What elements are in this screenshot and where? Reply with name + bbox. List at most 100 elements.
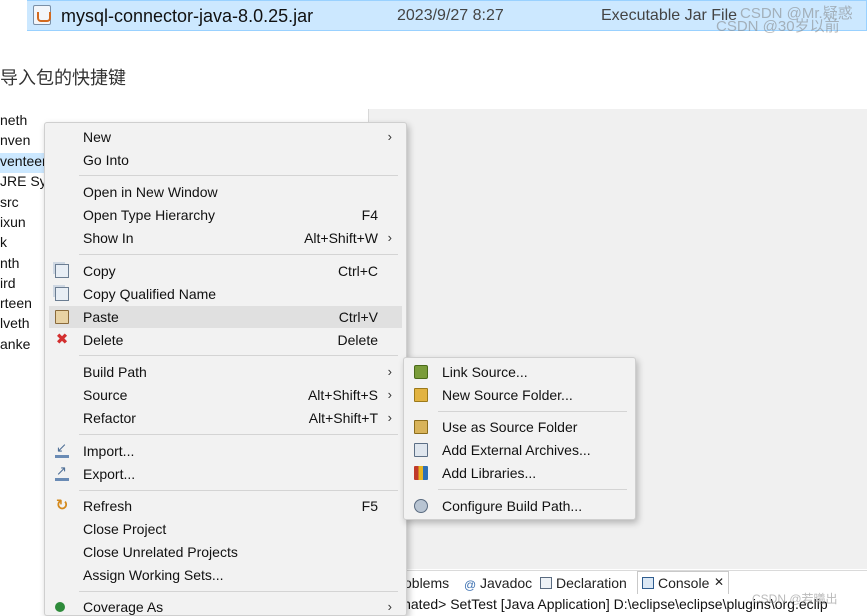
menu-separator	[79, 355, 398, 356]
library-icon	[414, 466, 428, 480]
menu-separator	[79, 175, 398, 176]
menu-item-label: Build Path	[83, 364, 147, 380]
menu-item-label: Close Unrelated Projects	[83, 544, 238, 560]
menu-item-export[interactable]: Export...	[49, 463, 402, 485]
menu-item-shortcut: Alt+Shift+S	[307, 387, 378, 403]
paste-icon	[55, 310, 69, 324]
tab-javadoc-label: Javadoc	[480, 575, 533, 591]
watermark: CSDN @若曦出	[752, 592, 838, 606]
tree-item[interactable]: k	[0, 234, 50, 254]
build-path-submenu: Link Source... New Source Folder... Use …	[403, 357, 636, 520]
configure-build-path-icon	[414, 499, 428, 513]
tree-item[interactable]: ird	[0, 275, 50, 295]
jar-file-icon	[33, 5, 51, 25]
submenu-item-add-libraries[interactable]: Add Libraries...	[408, 462, 631, 484]
tree-item[interactable]: neth	[0, 112, 50, 132]
tree-item[interactable]: src	[0, 194, 50, 214]
submenu-item-new-source-folder[interactable]: New Source Folder...	[408, 384, 631, 406]
submenu-item-configure-build-path[interactable]: Configure Build Path...	[408, 495, 631, 517]
menu-item-open-new-window[interactable]: Open in New Window	[49, 181, 402, 203]
menu-item-go-into[interactable]: Go Into	[49, 149, 402, 171]
chevron-right-icon: ›	[387, 129, 392, 144]
menu-item-label: Use as Source Folder	[442, 419, 578, 435]
chevron-right-icon: ›	[387, 364, 392, 379]
menu-item-shortcut: Alt+Shift+W	[304, 230, 378, 246]
menu-item-label: Show In	[83, 230, 134, 246]
menu-item-shortcut: Ctrl+C	[337, 263, 378, 279]
tree-item[interactable]: nven	[0, 132, 50, 152]
menu-item-delete[interactable]: ✖ Delete Delete	[49, 329, 402, 351]
menu-item-refactor[interactable]: Refactor Alt+Shift+T ›	[49, 407, 402, 429]
menu-item-close-unrelated-projects[interactable]: Close Unrelated Projects	[49, 541, 402, 563]
tree-item[interactable]: lveth	[0, 315, 50, 335]
menu-item-paste[interactable]: Paste Ctrl+V	[49, 306, 402, 328]
menu-item-label: Go Into	[83, 152, 129, 168]
tab-declaration-label: Declaration	[556, 575, 627, 591]
menu-separator	[438, 411, 627, 412]
tree-item[interactable]: JRE Sy	[0, 173, 50, 193]
menu-item-label: Export...	[83, 466, 136, 482]
tree-item-selected[interactable]: venteen	[0, 153, 50, 173]
menu-item-import[interactable]: Import...	[49, 440, 402, 462]
tab-javadoc[interactable]: @ Javadoc	[464, 575, 533, 592]
submenu-item-use-as-source-folder[interactable]: Use as Source Folder	[408, 416, 631, 438]
menu-item-label: Import...	[83, 443, 135, 459]
tree-item[interactable]: rteen	[0, 295, 50, 315]
menu-item-copy-qualified-name[interactable]: Copy Qualified Name	[49, 283, 402, 305]
source-folder-icon	[414, 420, 428, 434]
context-menu: New › Go Into Open in New Window Open Ty…	[44, 122, 407, 616]
chevron-right-icon: ›	[387, 599, 392, 614]
menu-item-label: Source	[83, 387, 128, 403]
menu-item-label: Assign Working Sets...	[83, 567, 224, 583]
new-source-folder-icon	[414, 388, 428, 402]
menu-item-shortcut: Alt+Shift+T	[308, 410, 378, 426]
delete-icon: ✖	[55, 331, 69, 348]
tree-item[interactable]: ixun	[0, 214, 50, 234]
menu-item-label: Copy Qualified Name	[83, 286, 217, 302]
menu-item-label: New Source Folder...	[442, 387, 573, 403]
import-icon	[55, 440, 69, 458]
tab-problems[interactable]: oblems	[404, 575, 449, 591]
menu-item-label: New	[83, 129, 112, 145]
submenu-item-add-external-archives[interactable]: Add External Archives...	[408, 439, 631, 461]
chevron-right-icon: ›	[387, 230, 392, 245]
menu-item-label: Link Source...	[442, 364, 528, 380]
file-name: mysql-connector-java-8.0.25.jar	[61, 6, 314, 26]
menu-item-shortcut: F5	[361, 498, 378, 514]
tab-declaration[interactable]: Declaration	[540, 575, 627, 591]
copy-icon	[55, 264, 69, 278]
article-heading: 导入包的快捷键	[0, 68, 126, 88]
tab-console[interactable]: Console ✕	[637, 571, 729, 595]
menu-item-source[interactable]: Source Alt+Shift+S ›	[49, 384, 402, 406]
menu-item-label: Add External Archives...	[442, 442, 591, 458]
menu-item-label: Copy	[83, 263, 116, 279]
menu-item-shortcut: F4	[361, 207, 378, 223]
menu-item-open-type-hierarchy[interactable]: Open Type Hierarchy F4	[49, 204, 402, 226]
menu-separator	[79, 254, 398, 255]
menu-item-refresh[interactable]: ↻ Refresh F5	[49, 495, 402, 517]
chevron-right-icon: ›	[387, 410, 392, 425]
menu-item-new[interactable]: New ›	[49, 126, 402, 148]
menu-item-shortcut: Ctrl+V	[338, 309, 378, 325]
menu-item-label: Open Type Hierarchy	[83, 207, 216, 223]
menu-item-assign-working-sets[interactable]: Assign Working Sets...	[49, 564, 402, 586]
menu-item-label: Delete	[83, 332, 124, 348]
close-icon[interactable]: ✕	[714, 575, 724, 589]
menu-item-coverage-as[interactable]: Coverage As ›	[49, 596, 402, 616]
submenu-item-link-source[interactable]: Link Source...	[408, 361, 631, 383]
tab-console-inner: Console	[642, 575, 709, 591]
menu-item-copy[interactable]: Copy Ctrl+C	[49, 260, 402, 282]
file-date: 2023/9/27 8:27	[397, 7, 504, 24]
watermark: CSDN @30岁以前	[716, 18, 840, 35]
menu-item-show-in[interactable]: Show In Alt+Shift+W ›	[49, 227, 402, 249]
menu-item-build-path[interactable]: Build Path ›	[49, 361, 402, 383]
menu-item-shortcut: Delete	[337, 332, 378, 348]
refresh-icon: ↻	[55, 497, 69, 514]
menu-item-label: Open in New Window	[83, 184, 218, 200]
menu-item-label: Close Project	[83, 521, 167, 537]
menu-separator	[79, 591, 398, 592]
tree-item[interactable]: nth	[0, 255, 50, 275]
tree-item[interactable]: anke	[0, 336, 50, 356]
export-icon	[55, 463, 69, 481]
menu-item-close-project[interactable]: Close Project	[49, 518, 402, 540]
